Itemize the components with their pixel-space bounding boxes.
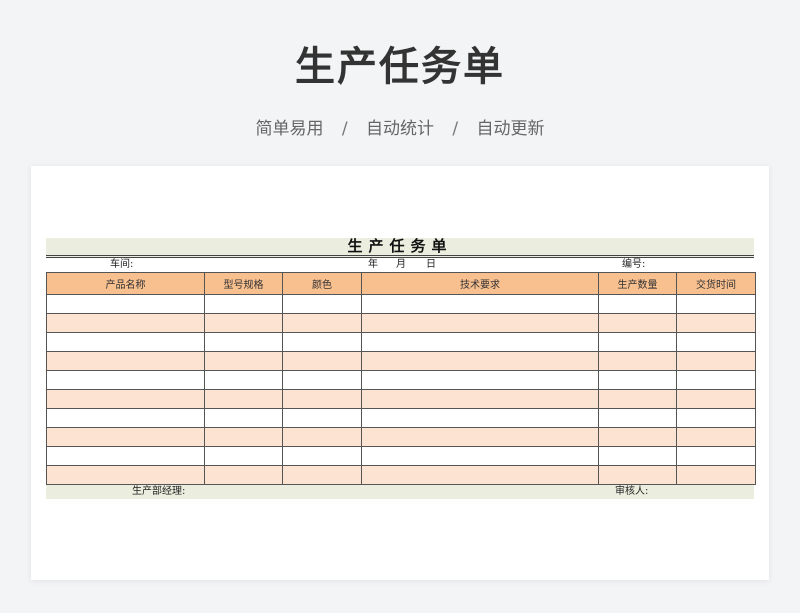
table-cell[interactable] <box>361 446 599 466</box>
table-cell[interactable] <box>282 313 362 333</box>
reviewer-label: 审核人: <box>615 486 649 497</box>
table-cell[interactable] <box>598 408 677 428</box>
table-cell[interactable] <box>46 446 205 466</box>
table-row <box>46 389 756 409</box>
table-cell[interactable] <box>204 389 283 409</box>
signature-row: 生产部经理: 审核人: <box>46 485 754 499</box>
table-cell[interactable] <box>361 427 599 447</box>
column-header-quantity: 生产数量 <box>598 272 677 295</box>
task-sheet: 生产任务单 车间: 年 月 日 编号: 产品名称 型号规格 颜色 技术要求 生产… <box>46 238 756 499</box>
table-cell[interactable] <box>676 427 756 447</box>
table-cell[interactable] <box>676 294 756 314</box>
page-title: 生产任务单 <box>295 44 505 90</box>
table-cell[interactable] <box>598 351 677 371</box>
feature-item: 简单易用 <box>255 119 324 139</box>
table-cell[interactable] <box>676 389 756 409</box>
table-cell[interactable] <box>361 313 599 333</box>
table-cell[interactable] <box>361 465 599 485</box>
table-cell[interactable] <box>46 351 205 371</box>
table-cell[interactable] <box>676 332 756 352</box>
table-cell[interactable] <box>204 446 283 466</box>
table-cell[interactable] <box>676 465 756 485</box>
table-cell[interactable] <box>282 332 362 352</box>
table-cell[interactable] <box>204 408 283 428</box>
column-header-tech-requirements: 技术要求 <box>361 272 599 295</box>
table-row <box>46 294 756 314</box>
table-cell[interactable] <box>676 370 756 390</box>
table-cell[interactable] <box>204 332 283 352</box>
table-cell[interactable] <box>676 313 756 333</box>
column-header-color: 颜色 <box>282 272 362 295</box>
table-cell[interactable] <box>204 465 283 485</box>
table-cell[interactable] <box>598 313 677 333</box>
table-row <box>46 446 756 466</box>
meta-row: 车间: 年 月 日 编号: <box>46 258 754 272</box>
table-cell[interactable] <box>204 351 283 371</box>
table-cell[interactable] <box>282 389 362 409</box>
table-row <box>46 332 756 352</box>
table-cell[interactable] <box>204 370 283 390</box>
table-cell[interactable] <box>46 313 205 333</box>
table-cell[interactable] <box>676 351 756 371</box>
table-cell[interactable] <box>598 389 677 409</box>
table-cell[interactable] <box>361 332 599 352</box>
feature-item: 自动更新 <box>476 119 545 139</box>
year-label: 年 <box>368 259 378 270</box>
table-row <box>46 313 756 333</box>
table-cell[interactable] <box>46 332 205 352</box>
table-cell[interactable] <box>204 427 283 447</box>
day-label: 日 <box>426 259 436 270</box>
table-cell[interactable] <box>361 389 599 409</box>
table-cell[interactable] <box>361 408 599 428</box>
table-cell[interactable] <box>46 389 205 409</box>
table-cell[interactable] <box>361 351 599 371</box>
feature-separator: / <box>452 119 459 139</box>
table-cell[interactable] <box>598 370 677 390</box>
month-label: 月 <box>396 259 406 270</box>
workshop-label: 车间: <box>110 259 134 270</box>
table-cell[interactable] <box>598 294 677 314</box>
table-cell[interactable] <box>204 294 283 314</box>
manager-label: 生产部经理: <box>132 486 186 497</box>
table-cell[interactable] <box>598 427 677 447</box>
feature-separator: / <box>341 119 348 139</box>
table-cell[interactable] <box>46 408 205 428</box>
table-row <box>46 465 756 485</box>
table-cell[interactable] <box>282 294 362 314</box>
table-cell[interactable] <box>204 313 283 333</box>
table-cell[interactable] <box>282 427 362 447</box>
table-cell[interactable] <box>676 408 756 428</box>
table-header-row: 产品名称 型号规格 颜色 技术要求 生产数量 交货时间 <box>46 272 756 295</box>
table-cell[interactable] <box>46 465 205 485</box>
table-cell[interactable] <box>282 408 362 428</box>
column-header-delivery-time: 交货时间 <box>676 272 756 295</box>
table-cell[interactable] <box>676 446 756 466</box>
table-cell[interactable] <box>46 370 205 390</box>
feature-tagline: 简单易用 / 自动统计 / 自动更新 <box>0 114 800 139</box>
table-cell[interactable] <box>598 446 677 466</box>
column-header-product-name: 产品名称 <box>46 272 205 295</box>
table-cell[interactable] <box>282 465 362 485</box>
feature-item: 自动统计 <box>366 119 434 139</box>
table-cell[interactable] <box>282 370 362 390</box>
table-cell[interactable] <box>361 370 599 390</box>
serial-label: 编号: <box>622 259 646 270</box>
table-row <box>46 351 756 371</box>
task-table: 产品名称 型号规格 颜色 技术要求 生产数量 交货时间 <box>46 272 756 485</box>
sheet-title: 生产任务单 <box>46 238 754 258</box>
table-cell[interactable] <box>46 294 205 314</box>
table-cell[interactable] <box>598 465 677 485</box>
spreadsheet-preview: 生产任务单 车间: 年 月 日 编号: 产品名称 型号规格 颜色 技术要求 生产… <box>31 166 769 580</box>
table-row <box>46 370 756 390</box>
table-cell[interactable] <box>598 332 677 352</box>
table-cell[interactable] <box>46 427 205 447</box>
table-row <box>46 427 756 447</box>
table-cell[interactable] <box>361 294 599 314</box>
table-row <box>46 408 756 428</box>
table-cell[interactable] <box>282 351 362 371</box>
column-header-model-spec: 型号规格 <box>204 272 283 295</box>
table-cell[interactable] <box>282 446 362 466</box>
